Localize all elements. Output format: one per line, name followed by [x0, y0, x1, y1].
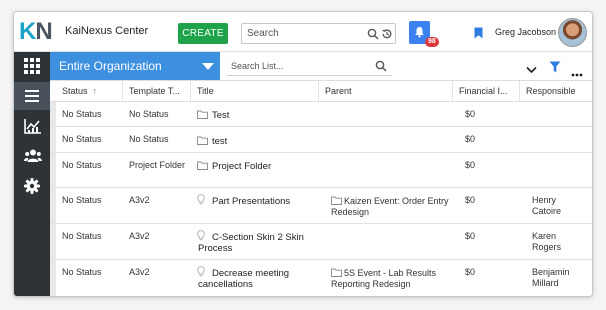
title-cell[interactable]: test [212, 136, 227, 147]
caret-down-icon [202, 63, 214, 70]
app-title: KaiNexus Center [65, 25, 149, 37]
financial-cell: $0 [465, 231, 476, 241]
title-cell[interactable]: C-Section Skin 2 Skin Process [198, 232, 323, 254]
title-cell[interactable]: Decrease meeting cancellations [198, 268, 323, 290]
lightbulb-icon [197, 194, 205, 205]
table-row[interactable]: No Status No Status test $0 [50, 127, 592, 153]
status-cell: No Status [62, 160, 102, 170]
column-header-financial[interactable]: Financial I... [453, 81, 520, 103]
organization-label: Entire Organization [59, 59, 162, 73]
folder-icon [197, 136, 208, 145]
table-row[interactable]: No Status No Status Test $0 [50, 102, 592, 127]
title-cell[interactable]: Part Presentations [212, 196, 290, 207]
grid-icon [24, 58, 40, 74]
folder-icon [197, 110, 208, 119]
organization-selector[interactable]: Entire Organization [50, 52, 220, 80]
global-search [241, 23, 396, 44]
bell-icon [415, 27, 424, 38]
status-cell: No Status [62, 195, 102, 205]
table-row[interactable]: No Status A3v2 Decrease meeting cancella… [50, 260, 592, 296]
list-icon [25, 90, 39, 102]
financial-cell: $0 [465, 160, 476, 170]
template-cell: A3v2 [129, 267, 150, 277]
table-header: Status ↑ Template T... Title Parent Finan… [50, 80, 592, 103]
create-button[interactable]: CREATE [178, 23, 228, 44]
parent-cell[interactable]: Kaizen Event: Order Entry Redesign [331, 196, 459, 218]
sidebar-item-reports[interactable] [14, 112, 50, 140]
status-cell: No Status [62, 231, 102, 241]
financial-cell: $0 [465, 267, 476, 277]
table-row[interactable]: No Status A3v2 Part Presentations Kaizen… [50, 188, 592, 224]
template-cell: A3v2 [129, 231, 150, 241]
responsible-cell[interactable]: Henry Catoire [532, 195, 587, 217]
left-sidebar [14, 52, 50, 296]
status-cell: No Status [62, 267, 102, 277]
bookmark-icon[interactable] [474, 26, 483, 44]
user-name[interactable]: Greg Jacobson [495, 27, 556, 37]
history-icon[interactable] [381, 27, 393, 45]
top-bar: KN KaiNexus Center CREATE 98 Greg Jacobs… [14, 12, 592, 52]
app-window: KN KaiNexus Center CREATE 98 Greg Jacobs… [13, 11, 593, 297]
column-header-template[interactable]: Template T... [123, 81, 191, 103]
table-row[interactable]: No Status A3v2 C-Section Skin 2 Skin Pro… [50, 224, 592, 260]
list-search [227, 56, 392, 76]
list-search-input[interactable] [231, 58, 371, 74]
folder-icon [197, 161, 208, 170]
column-header-status[interactable]: Status ↑ [56, 81, 123, 103]
chevron-down-icon[interactable] [526, 61, 537, 79]
status-cell: No Status [62, 134, 102, 144]
template-cell: Project Folder [129, 160, 186, 170]
table-row[interactable]: No Status Project Folder Project Folder … [50, 153, 592, 188]
global-search-input[interactable] [242, 24, 362, 43]
financial-cell: $0 [465, 109, 476, 119]
status-cell: No Status [62, 109, 102, 119]
template-cell: A3v2 [129, 195, 150, 205]
sidebar-item-settings[interactable] [14, 172, 50, 200]
financial-cell: $0 [465, 195, 476, 205]
column-header-title[interactable]: Title [191, 81, 319, 103]
people-icon [24, 149, 42, 162]
notification-count-badge: 98 [425, 37, 439, 47]
responsible-cell[interactable]: Benjamin Millard [532, 267, 587, 289]
template-cell: No Status [129, 109, 169, 119]
filter-icon[interactable] [549, 60, 561, 78]
search-icon[interactable] [367, 27, 379, 45]
sidebar-item-apps[interactable] [14, 52, 50, 80]
chart-icon [24, 119, 41, 134]
gear-icon [24, 178, 40, 194]
responsible-cell[interactable]: Karen Rogers [532, 231, 587, 253]
sort-up-icon: ↑ [92, 86, 98, 96]
sidebar-item-people[interactable] [14, 142, 50, 170]
kainexus-logo[interactable]: KN [19, 19, 57, 45]
column-header-parent[interactable]: Parent [319, 81, 453, 103]
search-icon[interactable] [375, 59, 387, 77]
sidebar-item-list[interactable] [14, 82, 50, 110]
column-header-responsible[interactable]: Responsible [520, 81, 592, 103]
financial-cell: $0 [465, 134, 476, 144]
title-cell[interactable]: Project Folder [212, 161, 271, 172]
avatar[interactable] [558, 18, 587, 47]
template-cell: No Status [129, 134, 169, 144]
parent-cell[interactable]: 5S Event - Lab Results Reporting Redesig… [331, 268, 456, 290]
title-cell[interactable]: Test [212, 110, 229, 121]
